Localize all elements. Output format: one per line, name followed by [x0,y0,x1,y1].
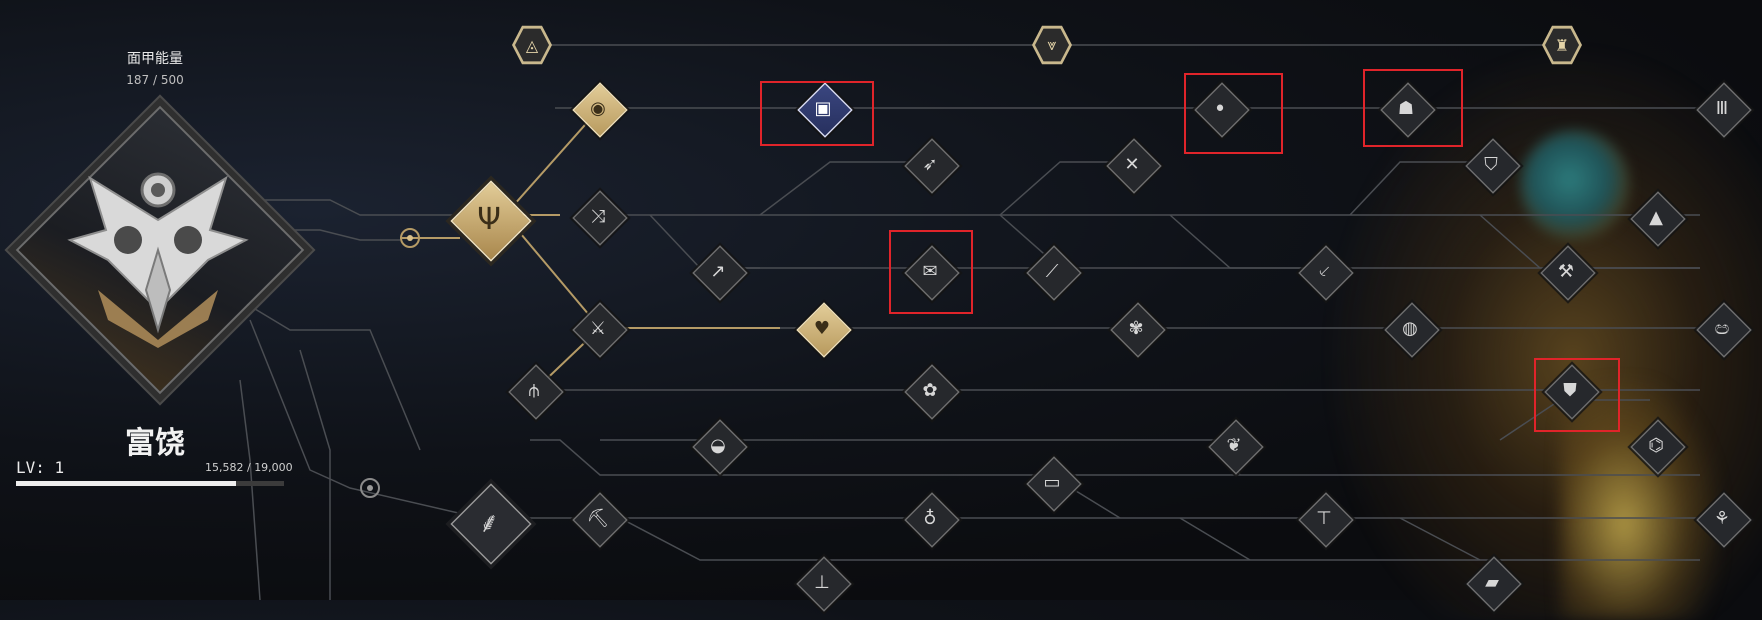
pickaxe-icon: ⛏ [586,507,610,529]
skill-node-swords[interactable]: ✕ [1106,138,1162,194]
skill-node-eye[interactable]: ◉ [572,82,628,138]
xp-progress-bar [16,481,284,486]
xp-progress-fill [16,481,236,486]
crossed-blades-icon: ⚔ [589,317,607,339]
skill-node-ingot[interactable]: ▰ [1466,556,1522,612]
feather-icon: ⸙ [478,506,500,539]
split-arrows-icon: ⤨ [590,205,606,227]
plant-icon: ✾ [1128,317,1144,339]
top-hex-node-3[interactable]: ♜ [1542,25,1582,65]
skill-node-pouch[interactable]: ♁ [904,492,960,548]
ingot-icon: ▰ [1485,571,1499,593]
highlight-box-twin [1184,73,1283,154]
skill-node-blade[interactable]: ⟋ [1026,245,1082,301]
skill-node-hammer[interactable]: ⚒ [1540,245,1596,301]
owl-mask-icon [67,172,249,348]
beast-icon: ඏ [1714,317,1730,339]
skill-node-dagger[interactable]: ↗ [692,245,748,301]
flower-icon: ✿ [922,379,938,401]
highlight-box-scroll [889,230,973,314]
anvil-icon: ⊤ [1316,507,1332,529]
seed-icon: ◍ [1402,317,1418,339]
pyramid-icon: ▲ [1649,206,1663,228]
skill-node-trident[interactable]: Ψ [450,180,532,262]
skill-node-scroll-roll[interactable]: ⌬ [1630,419,1686,475]
xp-text: 15,582 / 19,000 [205,461,293,474]
skill-node-split[interactable]: ⤨ [572,190,628,246]
sword-icon: ⸔ [1317,261,1331,282]
skill-node-plant[interactable]: ✾ [1110,302,1166,358]
heart-pulse-icon: ♥ [813,317,831,339]
mallet-icon: ⊥ [814,571,830,593]
hammer-icon: ⚒ [1557,260,1575,282]
skill-node-spears[interactable]: ⫛ [508,364,564,420]
highlight-box-hooded [1363,69,1463,147]
page-title: 富饶 [125,426,185,461]
log-icon: ▭ [1043,471,1061,493]
skill-node-flower[interactable]: ✿ [904,364,960,420]
top-hex-node-2[interactable]: ⩔ [1032,25,1072,65]
triple-spears-icon: ⫛ [528,379,540,401]
skill-node-bowl[interactable]: ◒ [692,419,748,475]
pouch-icon: ♁ [923,507,937,529]
skill-node-anvil[interactable]: ⊤ [1298,492,1354,548]
skill-tree-lines [239,44,1700,600]
skill-node-shield[interactable]: ⛉ [1465,138,1521,194]
scroll-roll-icon: ⌬ [1648,434,1664,456]
skill-node-pillars[interactable]: Ⅲ [1696,82,1752,138]
level-label: LV: 1 [16,458,65,477]
claws-icon: ⚘ [1713,507,1731,529]
trident-icon: Ψ [477,201,501,237]
skill-node-seed[interactable]: ◍ [1384,302,1440,358]
shield-icon: ⛉ [1484,153,1498,175]
skill-node-beast[interactable]: ඏ [1696,302,1752,358]
skill-node-pyramid[interactable]: ▲ [1630,191,1686,247]
skill-node-wheat[interactable]: ❦ [1208,419,1264,475]
pillars-icon: Ⅲ [1715,97,1729,119]
crossed-swords-icon: ✕ [1124,153,1140,175]
skill-node-pickaxe[interactable]: ⛏ [572,492,628,548]
blade-icon: ⟋ [1045,260,1059,282]
skill-node-heart[interactable]: ♥ [796,302,852,358]
bow-icon: ➶ [922,153,938,175]
skill-node-crossed[interactable]: ⚔ [572,302,628,358]
skill-node-claws[interactable]: ⚘ [1696,492,1752,548]
energy-value: 187 / 500 [126,73,184,87]
skill-node-sword[interactable]: ⸔ [1298,245,1354,301]
energy-label: 面甲能量 [127,51,183,67]
bowl-icon: ◒ [710,434,726,456]
top-hex-node-1[interactable]: ◬ [512,25,552,65]
highlight-box-mask [1534,358,1620,432]
eye-icon: ◉ [590,97,606,119]
skill-node-bow[interactable]: ➶ [904,138,960,194]
dagger-icon: ↗ [710,260,726,282]
highlight-box-armor [760,81,874,146]
skill-node-hammer-small[interactable]: ⊥ [796,556,852,612]
wheat-icon: ❦ [1226,434,1242,456]
skill-node-feather[interactable]: ⸙ [450,483,532,565]
skill-node-log[interactable]: ▭ [1026,456,1082,512]
